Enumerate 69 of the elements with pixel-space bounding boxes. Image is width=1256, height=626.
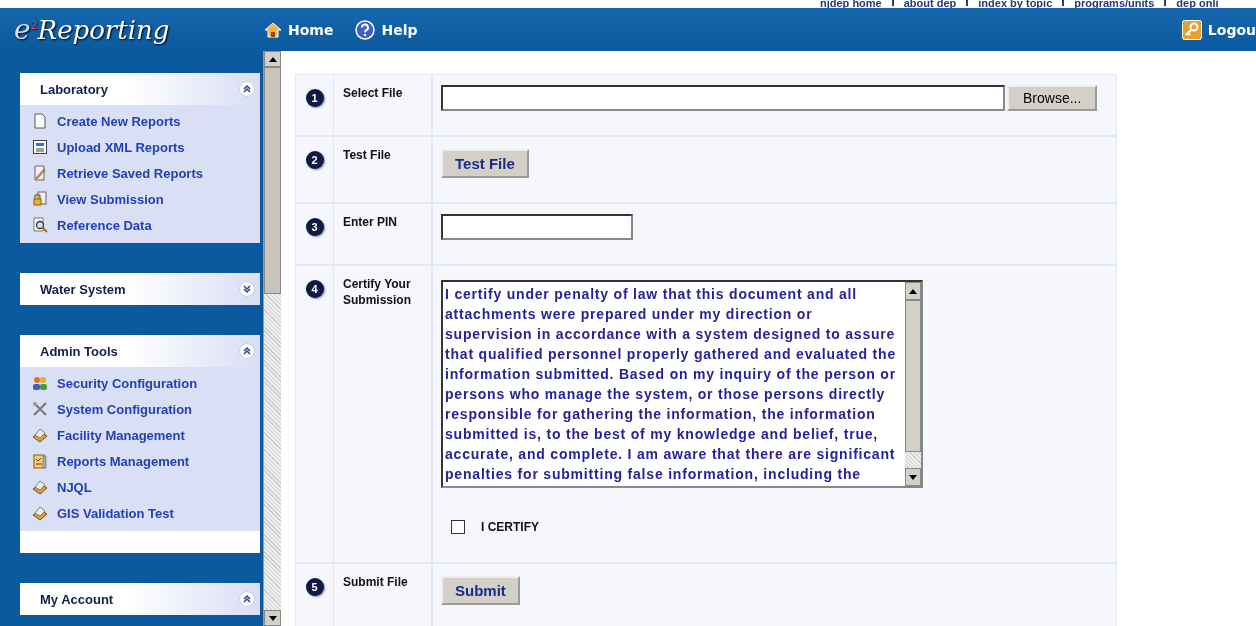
file-path-field[interactable]: [441, 85, 1005, 111]
step-label: Certify Your Submission: [343, 276, 412, 308]
pin-field[interactable]: [441, 214, 633, 240]
pencil-icon: [32, 165, 48, 181]
key-icon: [1181, 19, 1202, 40]
sidebar-link[interactable]: GIS Validation Test: [32, 505, 261, 521]
page-icon: [32, 113, 48, 129]
app-logo: e$^{2}$Reporting: [13, 13, 171, 46]
certification-text-area[interactable]: I certify under penalty of law that this document and all attachments were prepared under my direction or supervision in accordance with a system designed to assure that qualified personnel properly gathered and evaluated the information submitted. Based on my inquiry of the person or persons who manage the system, or those persons directly responsible for gathering the information, the information submitted is, to the best of my knowledge and belief, true, accurate, and complete. I am aware that there are significant penalties for submitting false information, including the: [441, 280, 923, 488]
collapse-icon[interactable]: [239, 81, 256, 97]
top-link[interactable]: index by topic: [978, 0, 1053, 8]
drawer-icon: [32, 505, 48, 521]
scroll-thumb[interactable]: [264, 67, 281, 294]
top-link[interactable]: dep onli: [1176, 0, 1219, 8]
nav-link[interactable]: Help: [355, 19, 418, 40]
sidebar-link[interactable]: Create New Reports: [32, 113, 261, 129]
step-number: 4: [305, 280, 324, 298]
checkbox-label: I CERTIFY: [481, 520, 539, 534]
house-icon: [264, 20, 282, 39]
collapse-icon[interactable]: [239, 591, 256, 607]
browse-button[interactable]: Browse...: [1007, 85, 1098, 111]
step-number: 5: [305, 578, 324, 596]
drawer-icon: [32, 479, 48, 495]
help-icon: [355, 19, 376, 40]
panel-title: My Account: [40, 591, 114, 607]
sidebar-link[interactable]: Reference Data: [32, 217, 261, 233]
certify-checkbox[interactable]: [451, 520, 465, 534]
sidebar-link[interactable]: Retrieve Saved Reports: [32, 165, 261, 181]
report-icon: [32, 453, 48, 469]
sidebar-link[interactable]: Reports Management: [32, 453, 261, 469]
scroll-up-icon[interactable]: [909, 288, 917, 294]
sidebar-link[interactable]: Security Configuration: [32, 375, 261, 391]
action-button[interactable]: Test File: [441, 149, 529, 178]
logout-link[interactable]: Logou: [1181, 19, 1256, 40]
sidebar-link[interactable]: Facility Management: [32, 427, 261, 443]
top-link[interactable]: programs/units: [1074, 0, 1155, 8]
collapse-icon[interactable]: [239, 343, 256, 359]
scroll-down-icon[interactable]: [268, 615, 277, 621]
scroll-thumb[interactable]: [905, 300, 921, 452]
panel-title: Laboratory: [40, 81, 108, 97]
nav-link[interactable]: Home: [264, 19, 334, 40]
panel-title: Admin Tools: [40, 343, 118, 359]
step-label: Enter PIN: [343, 214, 398, 230]
sidebar-link[interactable]: NJQL: [32, 479, 261, 495]
search-icon: [32, 217, 48, 233]
expand-icon[interactable]: [239, 281, 256, 297]
step-number: 2: [305, 151, 324, 169]
sidebar-link[interactable]: Upload XML Reports: [32, 139, 261, 155]
scrollbar[interactable]: [263, 51, 281, 626]
users-icon: [32, 375, 48, 391]
step-number: 1: [305, 89, 324, 107]
tools-icon: [32, 401, 48, 417]
step-number: 3: [305, 218, 324, 236]
document-icon: [32, 139, 48, 155]
scroll-track[interactable]: [905, 452, 921, 468]
scroll-up-icon[interactable]: [268, 56, 277, 62]
sidebar-link[interactable]: System Configuration: [32, 401, 261, 417]
scroll-down-icon[interactable]: [909, 474, 917, 480]
step-label: Test File: [343, 147, 392, 163]
top-link[interactable]: njdep home: [820, 0, 882, 8]
step-label: Select File: [343, 85, 404, 101]
scrollbar[interactable]: [905, 282, 921, 486]
drawer-icon: [32, 427, 48, 443]
top-link[interactable]: about dep: [903, 0, 957, 8]
step-label: Submit File: [343, 574, 409, 590]
action-button[interactable]: Submit: [441, 576, 520, 605]
lock-icon: [32, 191, 48, 207]
panel-title: Water System: [40, 281, 126, 297]
sidebar-link[interactable]: View Submission: [32, 191, 261, 207]
